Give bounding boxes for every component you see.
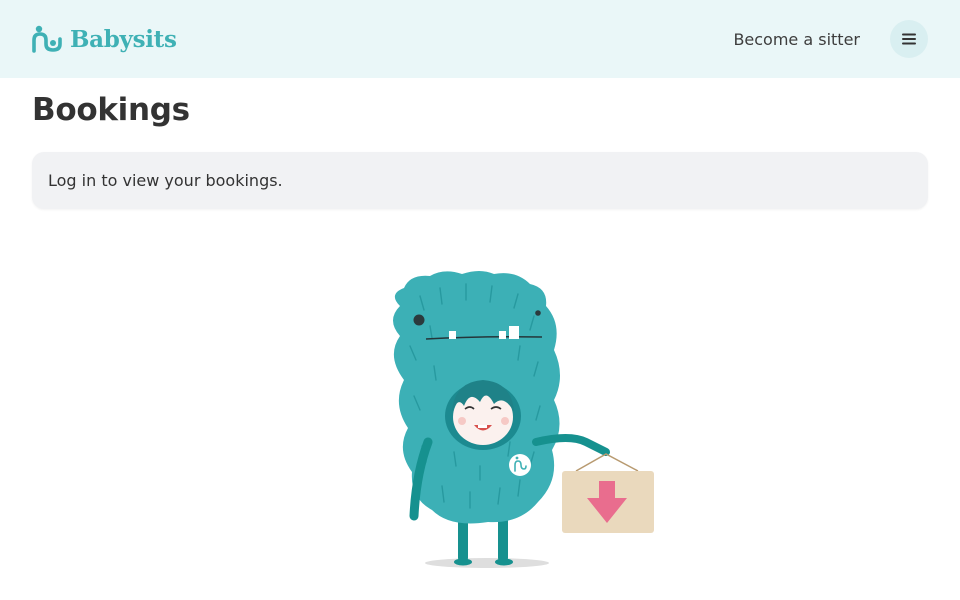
- page-title: Bookings: [32, 92, 190, 128]
- babysits-logo-icon: [32, 25, 62, 53]
- menu-button[interactable]: [890, 20, 928, 58]
- brand-name: Babysits: [70, 25, 177, 53]
- login-notice: Log in to view your bookings.: [32, 152, 928, 209]
- babysits-logo[interactable]: Babysits: [32, 25, 177, 53]
- hamburger-menu-icon: [902, 33, 916, 45]
- babysits-badge: [509, 454, 531, 476]
- ground-shadow: [425, 558, 549, 568]
- become-a-sitter-link[interactable]: Become a sitter: [733, 30, 860, 49]
- monster-with-sign-icon: [393, 271, 654, 568]
- header-actions: Become a sitter: [733, 20, 928, 58]
- login-notice-text: Log in to view your bookings.: [48, 171, 283, 190]
- top-navigation-bar: Babysits Become a sitter: [0, 0, 960, 78]
- monster-eye-right: [535, 310, 541, 316]
- monster-eye-left: [413, 314, 425, 326]
